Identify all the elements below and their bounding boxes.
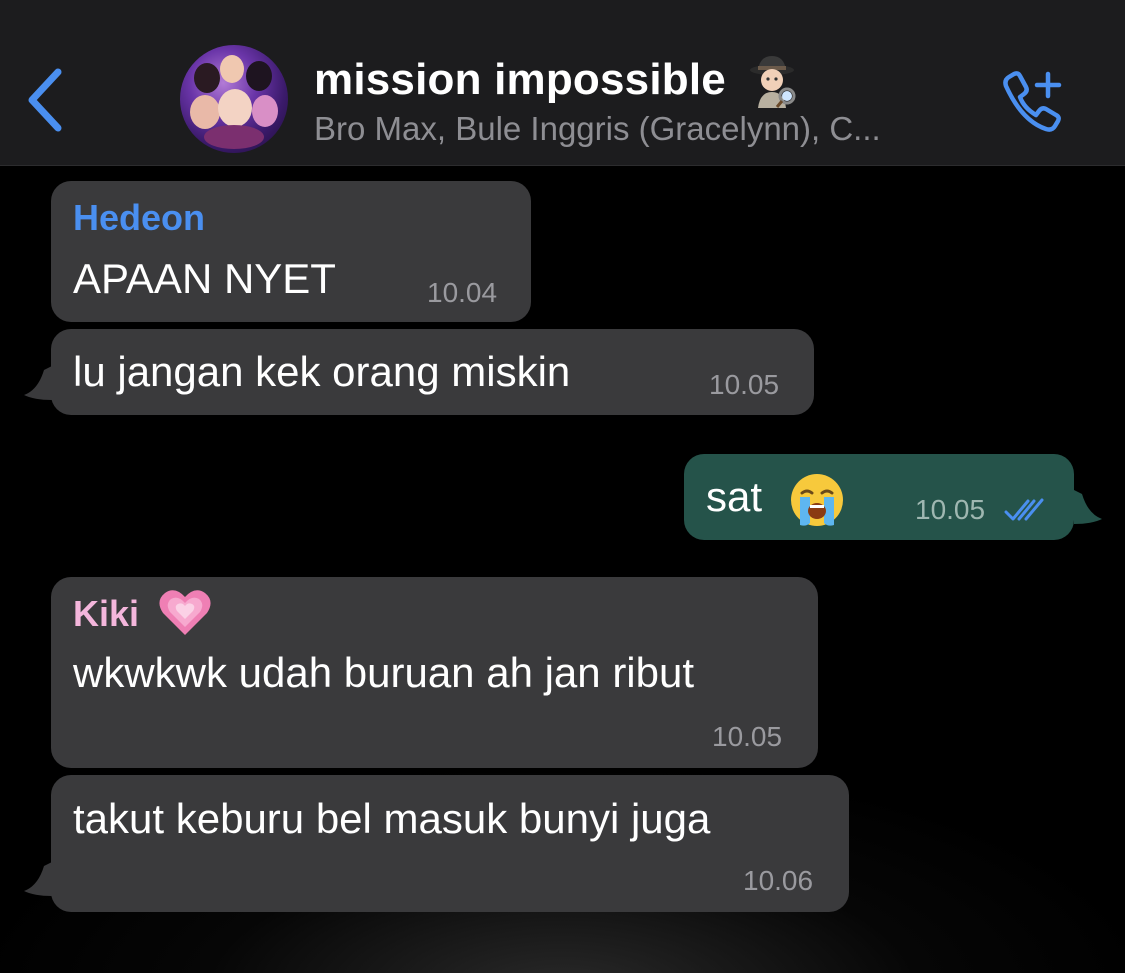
- read-double-check-icon: [1004, 498, 1044, 521]
- message-time: 10.06: [743, 865, 814, 896]
- bubble-tail: [24, 862, 52, 896]
- message-time: 10.05: [915, 494, 986, 525]
- growing-heart-icon: [159, 590, 211, 635]
- chat-title: mission impossible: [314, 55, 726, 104]
- message-time: 10.05: [709, 369, 780, 400]
- message-time: 10.05: [712, 721, 783, 752]
- sender-name[interactable]: Kiki: [73, 593, 139, 635]
- message-text: lu jangan kek orang miskin: [73, 348, 571, 395]
- message-time: 10.04: [427, 277, 498, 308]
- message-text: wkwkwk udah buruan ah jan ribut: [73, 649, 695, 696]
- message-bubble-incoming[interactable]: Hedeon APAAN NYET 10.04: [51, 181, 531, 322]
- chevron-left-icon: [28, 68, 62, 132]
- loudly-crying-face-icon: [791, 474, 843, 526]
- message-text: sat: [706, 473, 763, 520]
- bubble-tail: [24, 366, 52, 400]
- chat-screen: mission impossible Bro Max, Bule Inggris…: [0, 0, 1125, 973]
- group-members[interactable]: Bro Max, Bule Inggris (Gracelynn), C...: [314, 110, 964, 148]
- add-call-button[interactable]: [996, 66, 1068, 134]
- chat-header: mission impossible Bro Max, Bule Inggris…: [0, 0, 1125, 166]
- detective-icon: [749, 56, 796, 108]
- sender-name[interactable]: Hedeon: [73, 197, 205, 239]
- back-button[interactable]: [22, 66, 70, 134]
- group-avatar[interactable]: [180, 45, 288, 153]
- message-bubble-outgoing[interactable]: sat 10.05: [684, 454, 1074, 540]
- message-bubble-incoming[interactable]: Kiki wkwkwk udah buruan ah jan ribut 10.…: [51, 577, 818, 768]
- add-call-icon: [1003, 71, 1062, 132]
- message-text: APAAN NYET: [73, 255, 336, 302]
- chat-title-row[interactable]: mission impossible: [314, 52, 800, 108]
- bubble-tail: [1074, 490, 1102, 524]
- message-bubble-incoming[interactable]: lu jangan kek orang miskin 10.05: [51, 329, 814, 415]
- message-text: takut keburu bel masuk bunyi juga: [73, 795, 711, 842]
- message-bubble-incoming[interactable]: takut keburu bel masuk bunyi juga 10.06: [51, 775, 849, 912]
